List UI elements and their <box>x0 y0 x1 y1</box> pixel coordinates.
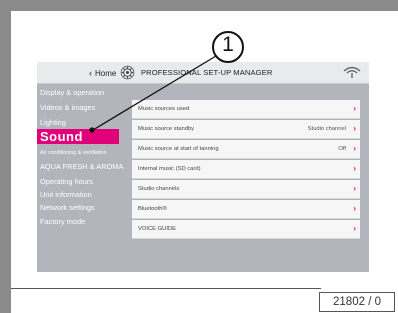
device-screen: ‹ Home PROFESSIONAL SET-UP MANAGER Displ… <box>37 62 369 272</box>
sidebar-item-operating-hours[interactable]: Operating hours <box>40 177 93 186</box>
sidebar-item-factory-mode[interactable]: Factory mode <box>40 217 85 226</box>
figure-id-label: 21802 / 0 <box>319 292 395 312</box>
list-item-value: Studio channel <box>307 126 346 132</box>
list-item-label: Bluetooth® <box>138 206 167 212</box>
chevron-left-icon: ‹ <box>89 68 92 78</box>
list-item-label: Music source standby <box>138 126 195 132</box>
list-item-label: Internal music (SD card) <box>138 166 201 172</box>
page-frame-top <box>0 0 398 11</box>
gear-icon <box>120 65 135 80</box>
chevron-right-icon: › <box>353 164 356 173</box>
chevron-right-icon: › <box>353 104 356 113</box>
list-item-music-source-start-tanning[interactable]: Music source at start of tanning Off › <box>132 140 360 159</box>
sidebar-item-display-operation[interactable]: Display & operation <box>40 88 104 97</box>
sidebar-item-unit-information[interactable]: Unit information <box>40 190 92 199</box>
callout-number: 1 <box>222 33 234 56</box>
sidebar-item-sound-label: Sound <box>40 129 83 144</box>
chevron-right-icon: › <box>353 204 356 213</box>
list-item-internal-music[interactable]: Internal music (SD card) › <box>132 160 360 179</box>
list-item-music-source-standby[interactable]: Music source standby Studio channel › <box>132 120 360 139</box>
list-item-music-sources-used[interactable]: Music sources used › <box>132 100 360 119</box>
list-item-label: Music sources used <box>138 106 190 112</box>
page-frame-left <box>0 0 11 313</box>
page-title: PROFESSIONAL SET-UP MANAGER <box>141 68 273 77</box>
chevron-right-icon: › <box>353 144 356 153</box>
sidebar-item-videos-images[interactable]: Videos & images <box>40 103 95 112</box>
chevron-right-icon: › <box>353 124 356 133</box>
sidebar-item-air-conditioning[interactable]: Air conditioning & ventilation <box>40 150 107 156</box>
list-item-label: Music source at start of tanning <box>138 146 219 152</box>
sidebar-item-aqua-fresh[interactable]: AQUA FRESH & AROMA <box>40 162 123 171</box>
chevron-right-icon: › <box>353 224 356 233</box>
signal-icon[interactable] <box>342 65 362 79</box>
header-bar: ‹ Home PROFESSIONAL SET-UP MANAGER <box>37 62 369 84</box>
sidebar: Display & operation Videos & images Ligh… <box>37 84 127 272</box>
list-item-studio-channels[interactable]: Studio channels › <box>132 180 360 199</box>
sidebar-item-lighting[interactable]: Lighting <box>40 118 66 127</box>
list-item-label: Studio channels <box>138 186 180 192</box>
home-label: Home <box>95 68 117 78</box>
chevron-right-icon: › <box>353 184 356 193</box>
home-button[interactable]: ‹ Home <box>89 66 116 80</box>
page-frame-bottom <box>11 288 321 289</box>
list-item-label: VOICE GUIDE <box>138 226 177 232</box>
list-item-bluetooth[interactable]: Bluetooth® › <box>132 200 360 219</box>
list-item-voice-guide[interactable]: VOICE GUIDE › <box>132 220 360 239</box>
sidebar-item-network-settings[interactable]: Network settings <box>40 203 95 212</box>
list-item-value: Off <box>338 146 346 152</box>
